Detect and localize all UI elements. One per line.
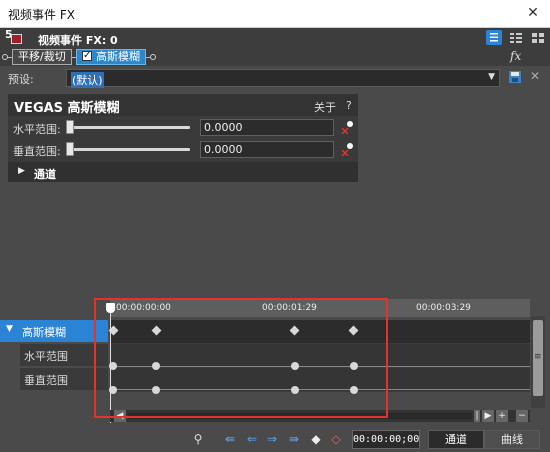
chevron-down-icon: ▼	[488, 72, 495, 82]
chain-item-gaussian-blur[interactable]: 高斯模糊	[76, 49, 146, 65]
fx-icon[interactable]: fx	[510, 49, 521, 63]
highlight-box	[94, 298, 388, 418]
track-name-list: ▼ 高斯模糊 水平范围 垂直范围	[0, 320, 108, 392]
prev-keyframe-icon[interactable]: ⇐	[244, 431, 260, 447]
param-label: 水平范围:	[13, 123, 61, 136]
vertical-range-slider-handle[interactable]	[66, 142, 74, 156]
time-display[interactable]: 00:00:00;00	[352, 430, 420, 449]
plugin-name: VEGAS 高斯模糊	[14, 101, 120, 116]
enable-checkbox[interactable]	[82, 49, 92, 63]
param-label: 垂直范围:	[13, 145, 61, 158]
vertical-range-slider-track[interactable]	[66, 148, 190, 151]
channel-label: 通道	[34, 168, 56, 181]
scroll-right-icon[interactable]: ▶	[482, 410, 494, 422]
chain-item-pan-crop[interactable]: 平移/裁切	[12, 49, 72, 65]
bottom-toolbar: ⚲ ⇚ ⇐ ⇒ ⇛ ◆ ◇ 00:00:00;00 通道 曲线	[0, 428, 550, 452]
param-row-vertical: 垂直范围: 0.0000	[8, 139, 358, 161]
vertical-range-input[interactable]: 0.0000	[200, 141, 334, 158]
ruler-tick: 00:00:03:29	[416, 303, 471, 313]
first-keyframe-icon[interactable]: ⇚	[222, 431, 238, 447]
window-title: 视频事件 FX	[8, 8, 75, 22]
horizontal-range-slider-track[interactable]	[66, 126, 190, 129]
preset-row: 预设: (默认) ▼ ✕	[0, 68, 550, 88]
fx-header: 5 视频事件 FX: 0	[0, 28, 550, 48]
plugin-panel: VEGAS 高斯模糊 关于 ? 水平范围: 0.0000 垂直范围: 0.000…	[8, 94, 358, 182]
preset-label: 预设:	[8, 73, 34, 86]
grid-view-icon[interactable]	[508, 30, 524, 45]
save-preset-icon[interactable]	[508, 70, 522, 84]
window-titlebar: 视频事件 FX ✕	[0, 0, 550, 28]
plugin-header: VEGAS 高斯模糊 关于 ?	[8, 94, 358, 116]
animate-keyframe-icon[interactable]	[340, 142, 354, 157]
mode-channel-button[interactable]: 通道	[428, 430, 484, 449]
animate-keyframe-icon[interactable]	[340, 120, 354, 135]
zoom-out-icon[interactable]: −	[516, 410, 528, 422]
plugin-chain: 平移/裁切 高斯模糊 fx	[0, 48, 550, 66]
fx-title: 视频事件 FX: 0	[38, 34, 118, 47]
channel-section[interactable]: ▶ 通道	[8, 162, 358, 182]
zoom-in-icon[interactable]: +	[496, 410, 508, 422]
add-keyframe-icon[interactable]: ◆	[308, 431, 324, 447]
chain-end-dot	[150, 54, 156, 60]
next-keyframe-icon[interactable]: ⇒	[264, 431, 280, 447]
close-icon[interactable]: ✕	[524, 4, 542, 22]
param-row-horizontal: 水平范围: 0.0000	[8, 117, 358, 139]
event-badge-icon: 5	[4, 28, 22, 46]
sync-cursor-icon[interactable]: ⚲	[190, 431, 206, 447]
help-link[interactable]: ?	[346, 99, 352, 112]
split-view-icon[interactable]	[530, 30, 546, 45]
last-keyframe-icon[interactable]: ⇛	[286, 431, 302, 447]
scroll-end-icon[interactable]: |	[474, 410, 480, 422]
horizontal-range-slider-handle[interactable]	[66, 120, 74, 134]
vertical-scrollbar[interactable]: ≡	[531, 316, 545, 408]
preset-dropdown[interactable]: (默认) ▼	[66, 69, 500, 88]
chain-start-dot	[2, 54, 8, 60]
list-view-icon[interactable]	[486, 30, 502, 45]
delete-preset-icon[interactable]: ✕	[530, 69, 544, 85]
preset-value: (默认)	[71, 72, 104, 88]
track-name-gaussian-blur[interactable]: ▼ 高斯模糊	[0, 320, 108, 342]
collapse-triangle-icon[interactable]: ▼	[6, 324, 13, 334]
about-link[interactable]: 关于	[314, 99, 336, 115]
delete-keyframe-icon[interactable]: ◇	[328, 431, 344, 447]
grip-icon: ≡	[534, 352, 542, 362]
horizontal-range-input[interactable]: 0.0000	[200, 119, 334, 136]
expand-triangle-icon[interactable]: ▶	[18, 166, 25, 176]
mode-curve-button[interactable]: 曲线	[484, 430, 540, 449]
